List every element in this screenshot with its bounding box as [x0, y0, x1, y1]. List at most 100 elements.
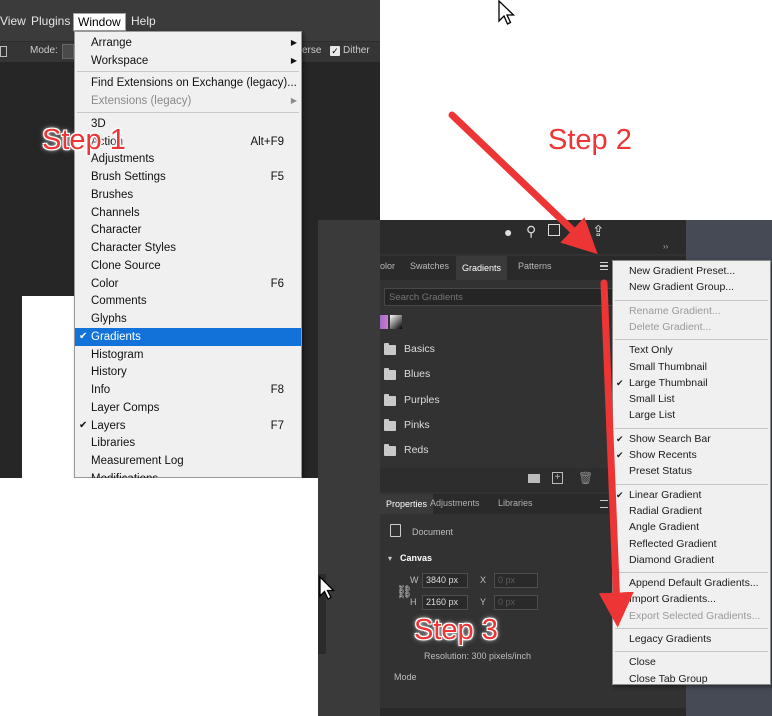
arrange-icon[interactable] [548, 224, 560, 236]
menu-item-measurement-log[interactable]: Measurement Log [75, 452, 301, 470]
menu-item-arrange[interactable]: Arrange ▶ [75, 34, 301, 52]
dither-label: Dither [343, 45, 370, 56]
flyout-item-new-gradient-preset[interactable]: New Gradient Preset... [613, 264, 770, 279]
menu-plugins[interactable]: Plugins [31, 14, 70, 28]
menu-item-channels[interactable]: Channels [75, 204, 301, 222]
menu-item-extensions-legacy[interactable]: Extensions (legacy) ▶ [75, 92, 301, 110]
tab-libraries[interactable]: Libraries [498, 498, 533, 508]
tab-swatches[interactable]: Swatches [410, 261, 449, 271]
menu-item-info[interactable]: Info F8 [75, 381, 301, 399]
flyout-item-label: Small Thumbnail [629, 360, 708, 373]
width-field[interactable]: 3840 px [422, 573, 468, 588]
flyout-item-delete-gradient[interactable]: Delete Gradient... [613, 320, 770, 335]
menu-item-character[interactable]: Character [75, 221, 301, 239]
chevron-down-icon[interactable]: ▾ [388, 554, 392, 563]
share-icon[interactable]: ⇪ [592, 222, 605, 240]
flyout-item-close-tab-group[interactable]: Close Tab Group [613, 672, 770, 687]
menu-item-gradients[interactable]: ✔ Gradients [75, 327, 301, 346]
trash-icon[interactable]: 🗑 [578, 471, 593, 485]
menu-item-layer-comps[interactable]: Layer Comps [75, 399, 301, 417]
flyout-item-diamond-gradient[interactable]: Diamond Gradient [613, 553, 770, 568]
flyout-item-label: Rename Gradient... [629, 304, 721, 317]
menu-item-label: Brushes [91, 188, 134, 201]
height-field[interactable]: 2160 px [422, 595, 468, 610]
search-icon[interactable]: ⚲ [526, 223, 536, 240]
menu-window[interactable]: Window [73, 13, 126, 31]
menu-item-libraries[interactable]: Libraries [75, 434, 301, 452]
flyout-item-import-gradients[interactable]: Import Gradients... [613, 592, 770, 607]
flyout-item-new-gradient-group[interactable]: New Gradient Group... [613, 280, 770, 295]
flyout-item-small-thumbnail[interactable]: Small Thumbnail [613, 360, 770, 375]
properties-menu-icon[interactable] [600, 500, 608, 508]
menu-item-find-extensions-on-exchange-legacy[interactable]: Find Extensions on Exchange (legacy)... [75, 74, 301, 92]
folder-icon [384, 419, 396, 431]
tab-adjustments[interactable]: Adjustments [430, 498, 480, 508]
menu-shortcut: F8 [270, 384, 284, 397]
menu-item-workspace[interactable]: Workspace ▶ [75, 52, 301, 70]
flyout-item-radial-gradient[interactable]: Radial Gradient [613, 504, 770, 519]
collapse-icon[interactable]: ›› [663, 242, 668, 251]
tab-patterns[interactable]: Patterns [518, 261, 552, 271]
mode-dropdown[interactable] [62, 44, 74, 59]
menu-item-glyphs[interactable]: Glyphs [75, 310, 301, 328]
x-field[interactable]: 0 px [494, 573, 538, 588]
tab-gradients[interactable]: Gradients [456, 256, 508, 280]
flyout-item-text-only[interactable]: Text Only [613, 343, 770, 358]
folder-label: Basics [404, 343, 435, 355]
menu-item-modifications[interactable]: Modifications [75, 470, 301, 478]
flyout-item-label: New Gradient Preset... [629, 265, 736, 277]
menu-item-label: Character [91, 224, 142, 237]
flyout-item-legacy-gradients[interactable]: Legacy Gradients [613, 632, 770, 647]
flyout-item-large-thumbnail[interactable]: ✔ Large Thumbnail [613, 376, 770, 391]
dither-checkbox[interactable]: ✓ [330, 46, 340, 56]
flyout-item-rename-gradient[interactable]: Rename Gradient... [613, 304, 770, 319]
tool-preset-icon[interactable] [0, 46, 7, 57]
flyout-item-label: Show Search Bar [629, 432, 711, 445]
menu-item-brush-settings[interactable]: Brush Settings F5 [75, 168, 301, 186]
menu-item-layers[interactable]: ✔ Layers F7 [75, 417, 301, 435]
menu-item-clone-source[interactable]: Clone Source [75, 257, 301, 275]
tab-properties[interactable]: Properties [380, 494, 434, 514]
new-gradient-icon[interactable]: + [552, 472, 563, 484]
flyout-item-reflected-gradient[interactable]: Reflected Gradient [613, 537, 770, 552]
menu-item-label: Layers [91, 419, 126, 432]
flyout-item-show-search-bar[interactable]: ✔ Show Search Bar [613, 432, 770, 447]
flyout-item-label: Legacy Gradients [629, 633, 712, 645]
menu-view[interactable]: View [0, 14, 26, 28]
user-icon[interactable]: ● [504, 224, 512, 240]
menu-item-histogram[interactable]: Histogram [75, 346, 301, 364]
menu-item-history[interactable]: History [75, 363, 301, 381]
flyout-item-angle-gradient[interactable]: Angle Gradient [613, 520, 770, 535]
menu-help[interactable]: Help [131, 14, 156, 28]
document-canvas[interactable] [22, 296, 82, 478]
y-field[interactable]: 0 px [494, 595, 538, 610]
flyout-item-large-list[interactable]: Large List [613, 408, 770, 423]
flyout-item-linear-gradient[interactable]: ✔ Linear Gradient [613, 488, 770, 503]
menu-separator [615, 628, 768, 629]
folder-icon [384, 368, 396, 380]
menu-shortcut: Alt+F9 [250, 135, 284, 148]
new-group-icon[interactable] [528, 474, 540, 483]
mouse-cursor-icon [319, 576, 336, 600]
menu-item-label: Glyphs [91, 313, 127, 326]
menu-item-character-styles[interactable]: Character Styles [75, 239, 301, 257]
recent-gradient-swatch[interactable] [380, 315, 388, 329]
panel-menu-icon[interactable] [600, 262, 608, 270]
tab-color[interactable]: olor [380, 261, 395, 271]
menu-separator [615, 427, 768, 429]
flyout-item-label: Large Thumbnail [629, 376, 708, 389]
flyout-item-show-recents[interactable]: ✔ Show Recents [613, 448, 770, 463]
flyout-item-small-list[interactable]: Small List [613, 392, 770, 407]
menu-item-brushes[interactable]: Brushes [75, 186, 301, 204]
flyout-item-append-default-gradients[interactable]: Append Default Gradients... [613, 576, 770, 591]
workspace-background [318, 220, 380, 716]
flyout-item-preset-status[interactable]: Preset Status [613, 464, 770, 479]
menu-item-label: Modifications [91, 470, 158, 478]
menu-shortcut: F6 [270, 277, 284, 290]
flyout-item-export-selected-gradients[interactable]: Export Selected Gradients... [613, 609, 770, 624]
flyout-item-label: New Gradient Group... [629, 281, 735, 294]
menu-item-comments[interactable]: Comments [75, 292, 301, 310]
menu-item-color[interactable]: Color F6 [75, 275, 301, 293]
flyout-item-close[interactable]: Close [613, 655, 770, 670]
recent-gradient-swatch[interactable] [390, 315, 402, 329]
